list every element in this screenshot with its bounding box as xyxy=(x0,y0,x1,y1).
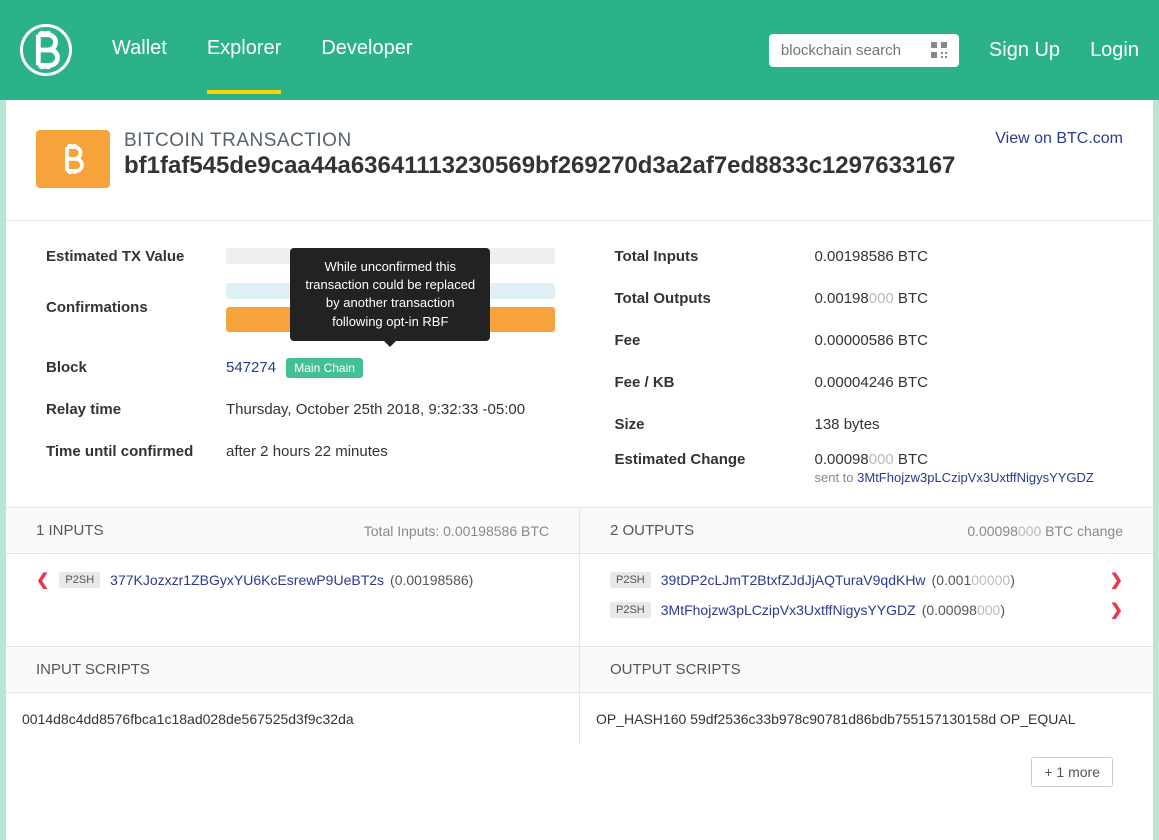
scripts-body: 0014d8c4dd8576fbca1c18ad028de567525d3f9c… xyxy=(6,693,1153,745)
input-scripts-title: INPUT SCRIPTS xyxy=(36,661,150,678)
chevron-left-icon[interactable]: ❮ xyxy=(36,570,49,590)
page-content: BITCOIN TRANSACTION bf1faf545de9caa44a63… xyxy=(6,100,1153,840)
input-row: ❮ P2SH 377KJozxzr1ZBGyxYU6KcEsrewP9UeBT2… xyxy=(36,570,549,590)
page-subtitle: BITCOIN TRANSACTION xyxy=(124,130,995,152)
output-row: P2SH 39tDP2cLJmT2BtxfZJdJjAQTuraV9qdKHw … xyxy=(610,570,1123,590)
page-header: BITCOIN TRANSACTION bf1faf545de9caa44a63… xyxy=(6,100,1153,208)
right-controls: Sign Up Login xyxy=(769,34,1139,67)
io-body: ❮ P2SH 377KJozxzr1ZBGyxYU6KcEsrewP9UeBT2… xyxy=(6,554,1153,646)
block-label: Block xyxy=(46,359,226,376)
login-link[interactable]: Login xyxy=(1090,39,1139,62)
p2sh-tag: P2SH xyxy=(610,572,651,588)
fee-label: Fee xyxy=(615,332,815,349)
rbf-tooltip: While unconfirmed this transaction could… xyxy=(290,248,490,341)
bitcoin-icon xyxy=(36,130,110,188)
relay-time-value: Thursday, October 25th 2018, 9:32:33 -05… xyxy=(226,401,555,418)
total-inputs-label: Total Inputs xyxy=(615,248,815,265)
chevron-right-icon[interactable]: ❯ xyxy=(1110,570,1123,590)
total-inputs-value: 0.00198586 BTC xyxy=(815,248,1124,265)
change-label: Estimated Change xyxy=(615,451,815,468)
total-outputs-label: Total Outputs xyxy=(615,290,815,307)
details-right-col: Total Inputs 0.00198586 BTC Total Output… xyxy=(585,241,1124,497)
relay-time-label: Relay time xyxy=(46,401,226,418)
p2sh-tag: P2SH xyxy=(610,602,651,618)
output-row: P2SH 3MtFhojzw3pLCzipVx3UxtffNigysYYGDZ … xyxy=(610,600,1123,620)
outputs-subtitle: 0.00098000 BTC change xyxy=(967,523,1123,539)
total-outputs-value: 0.00198000 BTC xyxy=(815,290,1124,307)
inputs-title: 1 INPUTS xyxy=(36,522,104,539)
main-nav: Wallet Explorer Developer xyxy=(112,7,412,94)
time-until-label: Time until confirmed xyxy=(46,443,226,460)
details-left-col: Estimated TX Value While unconfirmed thi… xyxy=(46,241,585,497)
confirmations-label: Confirmations xyxy=(46,299,226,316)
output-amount: (0.00100000) xyxy=(932,572,1015,588)
top-nav: Wallet Explorer Developer Sign Up Login xyxy=(0,0,1159,100)
nav-wallet[interactable]: Wallet xyxy=(112,37,167,94)
fee-kb-value: 0.00004246 BTC xyxy=(815,374,1124,391)
size-value: 138 bytes xyxy=(815,416,1124,433)
output-scripts-title: OUTPUT SCRIPTS xyxy=(610,661,741,678)
change-value: 0.00098000 BTC sent to 3MtFhojzw3pLCzipV… xyxy=(815,451,1124,485)
more-button[interactable]: + 1 more xyxy=(1031,757,1113,787)
output-address-link[interactable]: 39tDP2cLJmT2BtxfZJdJjAQTuraV9qdKHw xyxy=(661,572,926,588)
block-link[interactable]: 547274 xyxy=(226,359,276,376)
signup-link[interactable]: Sign Up xyxy=(989,39,1060,62)
title-block: BITCOIN TRANSACTION bf1faf545de9caa44a63… xyxy=(124,130,995,180)
inputs-list: ❮ P2SH 377KJozxzr1ZBGyxYU6KcEsrewP9UeBT2… xyxy=(6,554,580,646)
input-address-link[interactable]: 377KJozxzr1ZBGyxYU6KcEsrewP9UeBT2s xyxy=(110,572,384,588)
more-row: + 1 more xyxy=(6,745,1153,807)
search-box[interactable] xyxy=(769,34,959,67)
estimated-value-label: Estimated TX Value xyxy=(46,248,226,265)
time-until-value: after 2 hours 22 minutes xyxy=(226,443,555,460)
view-on-btc-link[interactable]: View on BTC.com xyxy=(995,130,1123,148)
logo-icon[interactable] xyxy=(20,24,72,76)
outputs-list: P2SH 39tDP2cLJmT2BtxfZJdJjAQTuraV9qdKHw … xyxy=(580,554,1153,646)
main-chain-badge: Main Chain xyxy=(286,358,363,378)
nav-explorer[interactable]: Explorer xyxy=(207,37,281,94)
details-grid: Estimated TX Value While unconfirmed thi… xyxy=(6,221,1153,507)
chevron-right-icon[interactable]: ❯ xyxy=(1110,600,1123,620)
nav-developer[interactable]: Developer xyxy=(321,37,412,94)
change-address-link[interactable]: 3MtFhojzw3pLCzipVx3UxtffNigysYYGDZ xyxy=(857,470,1094,485)
qr-icon[interactable] xyxy=(931,42,947,58)
search-input[interactable] xyxy=(781,42,931,59)
output-address-link[interactable]: 3MtFhojzw3pLCzipVx3UxtffNigysYYGDZ xyxy=(661,602,916,618)
fee-kb-label: Fee / KB xyxy=(615,374,815,391)
inputs-subtitle: Total Inputs: 0.00198586 BTC xyxy=(364,523,549,539)
fee-value: 0.00000586 BTC xyxy=(815,332,1124,349)
output-script-value: OP_HASH160 59df2536c33b978c90781d86bdb75… xyxy=(580,693,1153,745)
output-amount: (0.00098000) xyxy=(922,602,1005,618)
outputs-title: 2 OUTPUTS xyxy=(610,522,694,539)
size-label: Size xyxy=(615,416,815,433)
change-sent-to: sent to 3MtFhojzw3pLCzipVx3UxtffNigysYYG… xyxy=(815,470,1124,485)
scripts-header-row: INPUT SCRIPTS OUTPUT SCRIPTS xyxy=(6,646,1153,693)
transaction-hash: bf1faf545de9caa44a63641113230569bf269270… xyxy=(124,152,995,180)
input-amount: (0.00198586) xyxy=(390,572,473,588)
input-script-value: 0014d8c4dd8576fbca1c18ad028de567525d3f9c… xyxy=(6,693,580,745)
p2sh-tag: P2SH xyxy=(59,572,100,588)
io-header-row: 1 INPUTS Total Inputs: 0.00198586 BTC 2 … xyxy=(6,507,1153,554)
